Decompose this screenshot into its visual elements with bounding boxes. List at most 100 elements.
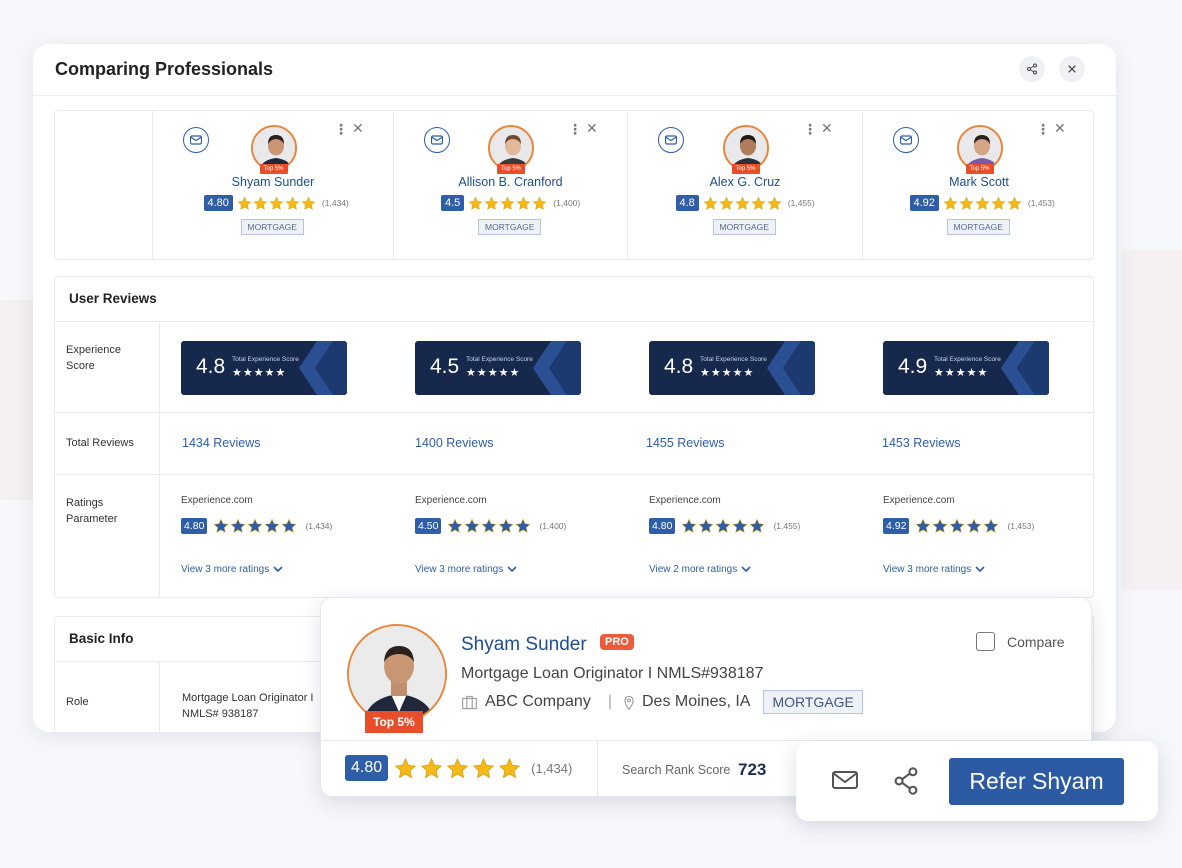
professional-name[interactable]: Mark Scott bbox=[863, 175, 1095, 189]
background-block-right bbox=[1122, 250, 1182, 590]
experience-score-value: 4.8 bbox=[664, 355, 694, 378]
rating-source: Experience.com bbox=[883, 495, 955, 506]
category-tag: MORTGAGE bbox=[763, 690, 863, 714]
more-options-icon[interactable]: ⋮ bbox=[334, 121, 348, 138]
star-icon bbox=[253, 196, 268, 211]
view-more-ratings-link[interactable]: View 2 more ratings bbox=[649, 564, 751, 575]
professional-column: ⋮ ✕ Top 5% Allison B. Cranford 4.5 (1,400) MOR… bbox=[393, 111, 627, 259]
row-label-role: Role bbox=[66, 696, 89, 708]
experience-score-value: 4.9 bbox=[898, 355, 928, 378]
rating-stars bbox=[703, 196, 782, 211]
star-icon bbox=[681, 518, 697, 534]
star-icon bbox=[983, 518, 999, 534]
rating-stars bbox=[213, 518, 297, 534]
divider bbox=[55, 412, 1093, 413]
remove-icon[interactable]: ✕ bbox=[352, 120, 364, 137]
star-icon bbox=[532, 196, 547, 211]
view-more-label: View 3 more ratings bbox=[181, 564, 270, 575]
rating-source: Experience.com bbox=[181, 495, 253, 506]
experience-score-stars: ★★★★★ bbox=[466, 367, 521, 379]
star-icon bbox=[285, 196, 300, 211]
view-more-label: View 2 more ratings bbox=[649, 564, 738, 575]
share-button[interactable] bbox=[892, 766, 920, 801]
professional-column: ⋮ ✕ Top 5% Alex G. Cruz 4.8 (1,455) MORTGAGE bbox=[627, 111, 862, 259]
star-icon bbox=[468, 196, 483, 211]
mail-icon bbox=[832, 771, 858, 789]
star-icon bbox=[269, 196, 284, 211]
star-icon bbox=[498, 518, 514, 534]
pro-badge: PRO bbox=[600, 634, 634, 650]
view-more-ratings-link[interactable]: View 3 more ratings bbox=[415, 564, 517, 575]
category-tag: MORTGAGE bbox=[240, 219, 304, 235]
email-button[interactable] bbox=[658, 127, 684, 153]
rating-stars bbox=[468, 196, 547, 211]
view-more-ratings-link[interactable]: View 3 more ratings bbox=[181, 564, 283, 575]
total-reviews-link[interactable]: 1400 Reviews bbox=[415, 436, 494, 450]
view-more-ratings-link[interactable]: View 3 more ratings bbox=[883, 564, 985, 575]
brand-chevron-icon bbox=[299, 341, 347, 395]
chevron-down-icon bbox=[507, 566, 517, 573]
professionals-strip: ⋮ ✕ Top 5% Shyam Sunder 4.80 (1,434) MORTGAGE ⋮… bbox=[54, 110, 1094, 260]
divider bbox=[55, 321, 1093, 322]
avatar[interactable] bbox=[347, 624, 447, 724]
rating-badge: 4.80 bbox=[203, 195, 233, 211]
view-more-label: View 3 more ratings bbox=[415, 564, 504, 575]
more-options-icon[interactable]: ⋮ bbox=[1036, 121, 1050, 138]
rating-badge: 4.80 bbox=[649, 518, 676, 534]
star-icon bbox=[767, 196, 782, 211]
star-icon bbox=[237, 196, 252, 211]
section-title-basic-info: Basic Info bbox=[69, 631, 134, 646]
profile-rating: 4.80 (1,434) bbox=[345, 755, 572, 781]
total-reviews-link[interactable]: 1455 Reviews bbox=[646, 436, 725, 450]
star-icon bbox=[991, 196, 1006, 211]
experience-score-card: 4.8 Total Experience Score ★★★★★ bbox=[181, 341, 347, 395]
professional-name[interactable]: Alex G. Cruz bbox=[628, 175, 862, 189]
star-icon bbox=[932, 518, 948, 534]
email-button[interactable] bbox=[831, 768, 859, 797]
divider bbox=[597, 740, 598, 798]
reviews-count: (1,453) bbox=[1027, 198, 1055, 208]
rating-badge: 4.80 bbox=[181, 518, 208, 534]
star-icon bbox=[484, 196, 499, 211]
section-title-user-reviews: User Reviews bbox=[69, 291, 157, 306]
star-icon bbox=[481, 518, 497, 534]
more-options-icon[interactable]: ⋮ bbox=[803, 121, 817, 138]
star-icon bbox=[281, 518, 297, 534]
chevron-down-icon bbox=[741, 566, 751, 573]
parameter-rating-row: 4.92 (1,453) bbox=[883, 518, 1034, 534]
profile-name[interactable]: Shyam Sunder bbox=[461, 634, 587, 656]
experience-score-card: 4.5 Total Experience Score ★★★★★ bbox=[415, 341, 581, 395]
rating-stars bbox=[681, 518, 765, 534]
email-button[interactable] bbox=[183, 127, 209, 153]
building-icon bbox=[462, 695, 477, 709]
compare-checkbox[interactable] bbox=[976, 632, 995, 651]
category-tag: MORTGAGE bbox=[478, 219, 542, 235]
experience-score-stars: ★★★★★ bbox=[934, 367, 989, 379]
more-options-icon[interactable]: ⋮ bbox=[568, 121, 582, 138]
star-icon bbox=[949, 518, 965, 534]
brand-chevron-icon bbox=[767, 341, 815, 395]
email-button[interactable] bbox=[893, 127, 919, 153]
chevron-down-icon bbox=[975, 566, 985, 573]
person-photo-icon bbox=[349, 626, 445, 722]
email-button[interactable] bbox=[424, 127, 450, 153]
rating-badge: 4.50 bbox=[415, 518, 442, 534]
panel-share-button[interactable] bbox=[1019, 56, 1045, 82]
total-reviews-link[interactable]: 1434 Reviews bbox=[182, 436, 261, 450]
remove-icon[interactable]: ✕ bbox=[1054, 120, 1066, 137]
star-icon bbox=[749, 518, 765, 534]
panel-close-button[interactable] bbox=[1059, 56, 1085, 82]
rating-stars bbox=[237, 196, 316, 211]
remove-icon[interactable]: ✕ bbox=[821, 120, 833, 137]
rating-badge: 4.8 bbox=[675, 195, 699, 211]
rating-row: 4.5 (1,400) bbox=[441, 195, 580, 211]
panel-header: Comparing Professionals bbox=[33, 44, 1116, 96]
star-icon bbox=[498, 757, 521, 780]
professional-name[interactable]: Allison B. Cranford bbox=[394, 175, 627, 189]
total-reviews-link[interactable]: 1453 Reviews bbox=[882, 436, 961, 450]
divider bbox=[55, 474, 1093, 475]
professional-name[interactable]: Shyam Sunder bbox=[153, 175, 393, 189]
refer-button[interactable]: Refer Shyam bbox=[949, 758, 1124, 805]
mail-icon bbox=[665, 135, 677, 145]
remove-icon[interactable]: ✕ bbox=[586, 120, 598, 137]
